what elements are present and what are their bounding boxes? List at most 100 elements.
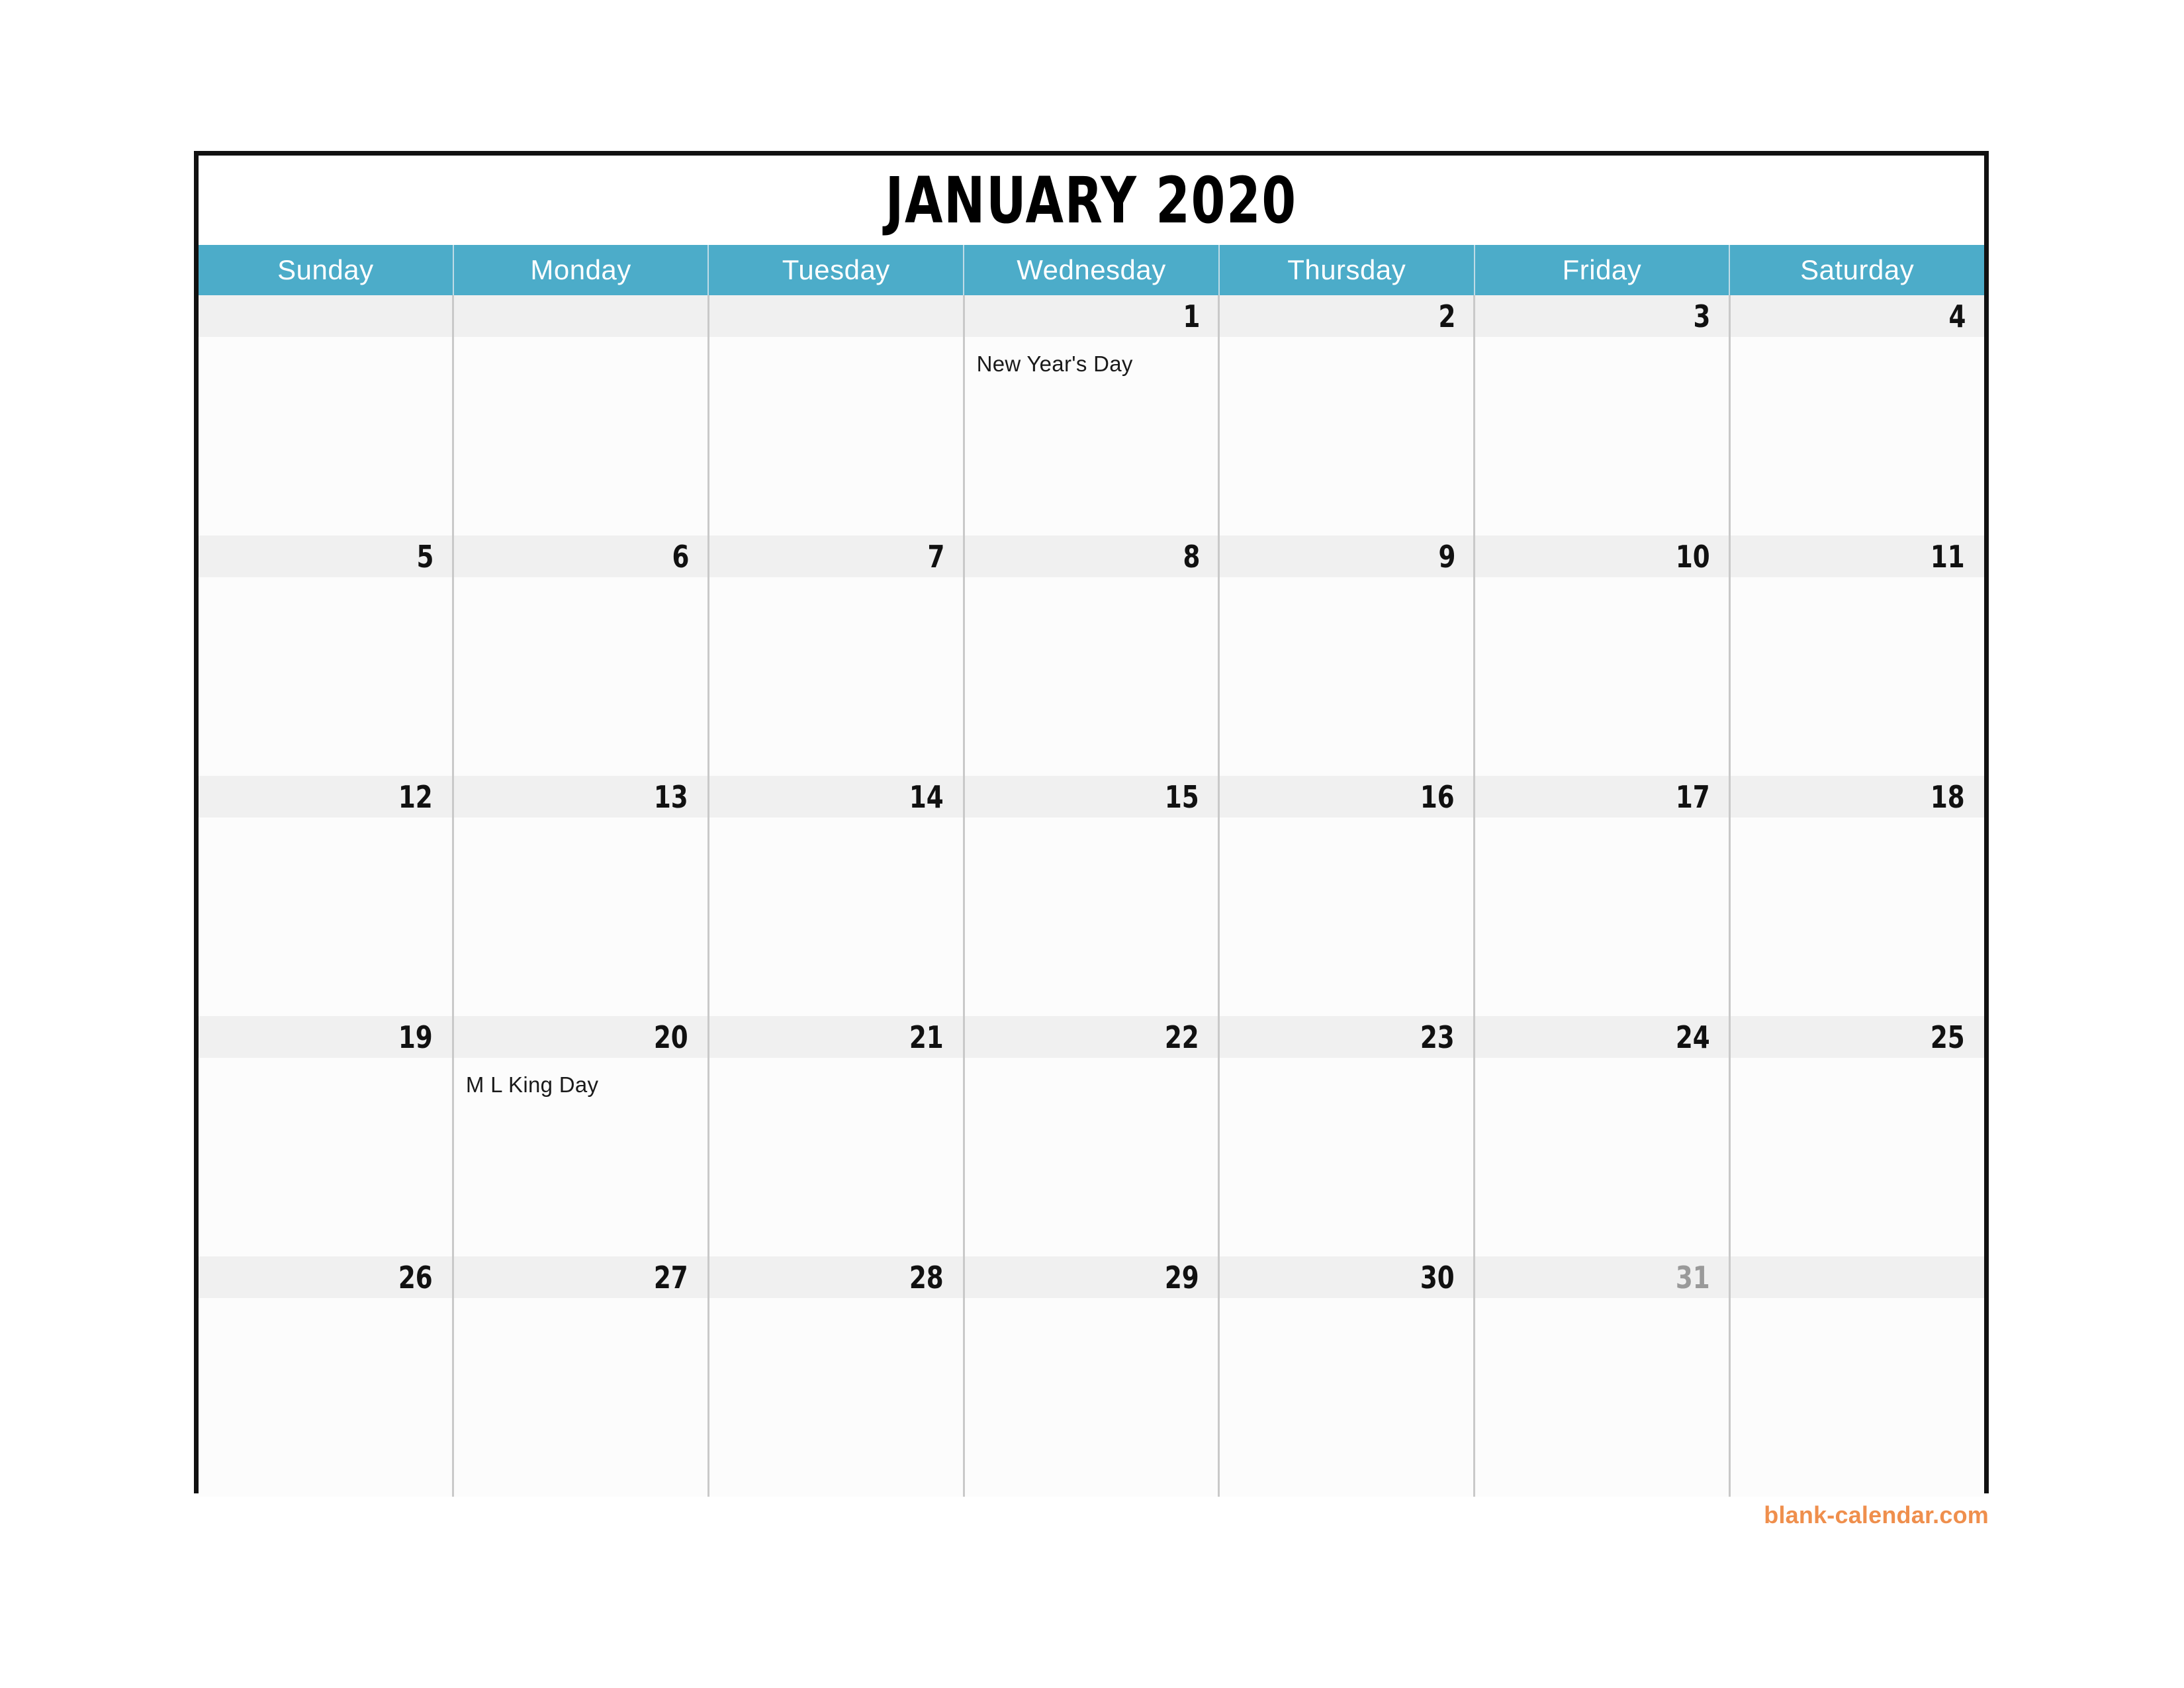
day-cell-31[interactable]: 31: [1475, 1256, 1731, 1497]
date-strip: 22: [964, 1016, 1218, 1058]
date-strip: 1: [964, 295, 1218, 337]
day-event-area[interactable]: [709, 1298, 963, 1497]
weekday-header-saturday: Saturday: [1730, 245, 1985, 295]
date-number: 17: [1675, 778, 1710, 815]
day-event-area[interactable]: [964, 818, 1218, 1016]
date-number: 14: [909, 778, 944, 815]
day-cell-23[interactable]: 23: [1220, 1016, 1476, 1256]
day-event-area[interactable]: [709, 337, 963, 536]
day-event-area[interactable]: [199, 1058, 452, 1256]
day-cell-19[interactable]: 19: [199, 1016, 454, 1256]
day-cell-4[interactable]: 4: [1731, 295, 1985, 536]
day-cell-22[interactable]: 22: [964, 1016, 1220, 1256]
date-strip: 27: [453, 1256, 707, 1298]
date-number: 10: [1675, 538, 1710, 575]
date-number: 16: [1420, 778, 1455, 815]
day-cell-9[interactable]: 9: [1220, 536, 1476, 776]
day-cell-30[interactable]: 30: [1220, 1256, 1476, 1497]
date-number: 4: [1948, 298, 1966, 334]
date-number: 6: [672, 538, 690, 575]
date-strip: 17: [1475, 776, 1729, 818]
date-number: 5: [416, 538, 434, 575]
day-event-area[interactable]: [453, 818, 707, 1016]
day-event-area[interactable]: [453, 1298, 707, 1497]
day-event-area[interactable]: [964, 1298, 1218, 1497]
day-event-area[interactable]: New Year's Day: [964, 337, 1218, 536]
day-event-area[interactable]: [1220, 1058, 1474, 1256]
day-cell-15[interactable]: 15: [964, 776, 1220, 1016]
day-cell-5[interactable]: 5: [199, 536, 454, 776]
day-cell-21[interactable]: 21: [709, 1016, 965, 1256]
day-event-area[interactable]: [964, 577, 1218, 776]
date-number: 26: [398, 1259, 433, 1295]
date-strip: 13: [453, 776, 707, 818]
day-event-area[interactable]: [1475, 577, 1729, 776]
day-event-area[interactable]: [1475, 1058, 1729, 1256]
day-cell-17[interactable]: 17: [1475, 776, 1731, 1016]
day-cell-27[interactable]: 27: [453, 1256, 709, 1497]
week-row: 1 New Year's Day 2 3 4: [199, 295, 1985, 536]
day-event-area[interactable]: [453, 337, 707, 536]
day-cell-6[interactable]: 6: [453, 536, 709, 776]
date-strip: 29: [964, 1256, 1218, 1298]
date-strip: 9: [1220, 536, 1474, 577]
day-cell-10[interactable]: 10: [1475, 536, 1731, 776]
date-strip: 26: [199, 1256, 452, 1298]
calendar-page: JANUARY 2020 Sunday Monday Tuesday Wednesda…: [0, 0, 2184, 1688]
day-cell-empty[interactable]: [199, 295, 454, 536]
date-number: 18: [1931, 778, 1966, 815]
day-event-area[interactable]: [709, 577, 963, 776]
day-cell-1[interactable]: 1 New Year's Day: [964, 295, 1220, 536]
day-cell-3[interactable]: 3: [1475, 295, 1731, 536]
date-number: 11: [1931, 538, 1966, 575]
day-event-area[interactable]: [1731, 577, 1985, 776]
date-number: 20: [654, 1019, 688, 1055]
day-event-area[interactable]: [964, 1058, 1218, 1256]
day-event-area[interactable]: [453, 577, 707, 776]
day-event-area[interactable]: [199, 577, 452, 776]
date-strip: [199, 295, 452, 337]
day-event-area[interactable]: [1731, 818, 1985, 1016]
day-event-area[interactable]: [1475, 818, 1729, 1016]
day-event-area[interactable]: [199, 337, 452, 536]
day-event-area[interactable]: [1475, 1298, 1729, 1497]
day-event-area[interactable]: M L King Day: [453, 1058, 707, 1256]
day-cell-empty[interactable]: [1731, 1256, 1985, 1497]
day-cell-2[interactable]: 2: [1220, 295, 1476, 536]
day-event-area[interactable]: [1220, 577, 1474, 776]
day-event-area[interactable]: [1220, 818, 1474, 1016]
day-cell-25[interactable]: 25: [1731, 1016, 1985, 1256]
date-strip: 31: [1475, 1256, 1729, 1298]
day-event-area[interactable]: [1731, 337, 1985, 536]
day-cell-8[interactable]: 8: [964, 536, 1220, 776]
day-event-area[interactable]: [1220, 1298, 1474, 1497]
day-event-area[interactable]: [709, 1058, 963, 1256]
day-cell-18[interactable]: 18: [1731, 776, 1985, 1016]
day-cell-26[interactable]: 26: [199, 1256, 454, 1497]
date-number: 29: [1164, 1259, 1199, 1295]
day-cell-29[interactable]: 29: [964, 1256, 1220, 1497]
day-cell-20[interactable]: 20 M L King Day: [453, 1016, 709, 1256]
day-cell-24[interactable]: 24: [1475, 1016, 1731, 1256]
date-strip: 11: [1731, 536, 1985, 577]
day-event-area[interactable]: [1475, 337, 1729, 536]
day-event-area[interactable]: [709, 818, 963, 1016]
day-cell-empty[interactable]: [453, 295, 709, 536]
day-event-area[interactable]: [1220, 337, 1474, 536]
weekday-header-row: Sunday Monday Tuesday Wednesday Thursday Frid…: [199, 245, 1985, 295]
day-event-area[interactable]: [199, 1298, 452, 1497]
day-cell-13[interactable]: 13: [453, 776, 709, 1016]
weekday-header-tuesday: Tuesday: [709, 245, 965, 295]
day-cell-28[interactable]: 28: [709, 1256, 965, 1497]
date-strip: 15: [964, 776, 1218, 818]
day-cell-12[interactable]: 12: [199, 776, 454, 1016]
date-number: 25: [1931, 1019, 1966, 1055]
day-event-area[interactable]: [1731, 1058, 1985, 1256]
day-cell-11[interactable]: 11: [1731, 536, 1985, 776]
day-event-area[interactable]: [199, 818, 452, 1016]
day-cell-7[interactable]: 7: [709, 536, 965, 776]
day-cell-16[interactable]: 16: [1220, 776, 1476, 1016]
day-cell-empty[interactable]: [709, 295, 965, 536]
day-cell-14[interactable]: 14: [709, 776, 965, 1016]
day-event-area[interactable]: [1731, 1298, 1985, 1497]
